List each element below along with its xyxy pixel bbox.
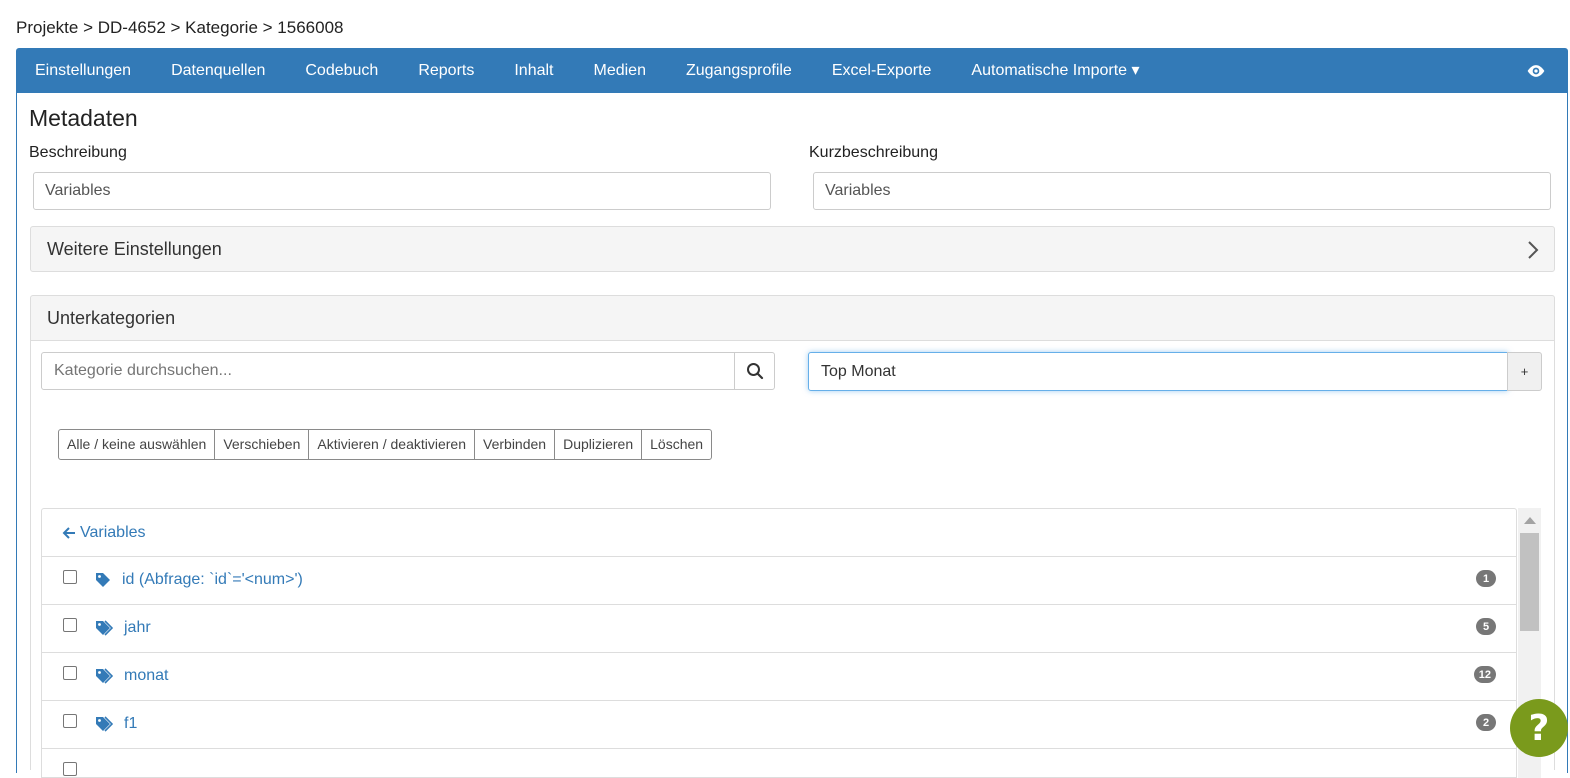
row-checkbox[interactable] [63, 762, 77, 776]
nav-automatische-importe-label: Automatische Importe [971, 62, 1128, 79]
description-field[interactable]: Variables [33, 172, 771, 210]
add-subcategory-button[interactable]: + [1507, 352, 1542, 391]
more-settings-panel[interactable]: Weitere Einstellungen [30, 226, 1555, 272]
duplicate-button[interactable]: Duplizieren [554, 429, 643, 460]
more-settings-title: Weitere Einstellungen [47, 238, 222, 259]
row-checkbox[interactable] [63, 714, 77, 728]
nav-codebuch[interactable]: Codebuch [285, 48, 398, 93]
list-item[interactable]: f1 2 [42, 701, 1516, 749]
short-description-field[interactable]: Variables [813, 172, 1551, 210]
nav-einstellungen[interactable]: Einstellungen [16, 48, 151, 93]
nav-medien[interactable]: Medien [574, 48, 666, 93]
scroll-thumb[interactable] [1520, 533, 1539, 631]
subcategory-list: Variables id (Abfrage: `id`='<num>') 1 j… [41, 508, 1517, 778]
nav-inhalt[interactable]: Inhalt [494, 48, 573, 93]
description-label: Beschreibung [29, 144, 127, 161]
list-item[interactable]: id (Abfrage: `id`='<num>') 1 [42, 557, 1516, 605]
nav-excel-exporte[interactable]: Excel-Exporte [812, 48, 952, 93]
nav-reports[interactable]: Reports [398, 48, 494, 93]
tags-icon [96, 716, 113, 732]
list-item[interactable]: monat 12 [42, 653, 1516, 701]
toggle-active-button[interactable]: Aktivieren / deaktivieren [308, 429, 476, 460]
select-all-button[interactable]: Alle / keine auswählen [58, 429, 216, 460]
breadcrumb: Projekte > DD-4652 > Kategorie > 1566008 [16, 18, 344, 37]
nav-zugangsprofile[interactable]: Zugangsprofile [666, 48, 812, 93]
row-label[interactable]: f1 [124, 715, 137, 733]
nav-automatische-importe[interactable]: Automatische Importe ▾ [951, 48, 1159, 93]
bulk-action-group: Alle / keine auswählen Verschieben Aktiv… [58, 429, 713, 460]
scroll-up-icon[interactable] [1524, 517, 1536, 524]
count-badge: 5 [1476, 618, 1496, 635]
help-button[interactable]: ? [1510, 699, 1568, 757]
move-button[interactable]: Verschieben [214, 429, 310, 460]
subcategories-title: Unterkategorien [47, 307, 176, 328]
short-description-label: Kurzbeschreibung [809, 144, 938, 161]
list-item[interactable]: jahr 5 [42, 605, 1516, 653]
search-button[interactable] [734, 352, 775, 390]
eye-icon[interactable] [1526, 61, 1546, 81]
caret-down-icon: ▾ [1131, 62, 1140, 79]
nav-datenquellen[interactable]: Datenquellen [151, 48, 285, 93]
subcategories-panel-header: Unterkategorien [30, 295, 1555, 341]
new-subcategory-input[interactable] [808, 352, 1508, 391]
tag-icon [96, 573, 110, 587]
count-badge: 1 [1476, 570, 1496, 587]
chevron-right-icon [1528, 241, 1539, 259]
row-checkbox[interactable] [63, 618, 77, 632]
row-checkbox[interactable] [63, 570, 77, 584]
back-link-label: Variables [80, 523, 146, 541]
row-label[interactable]: monat [124, 667, 168, 685]
top-navbar: Einstellungen Datenquellen Codebuch Repo… [16, 48, 1568, 93]
delete-button[interactable]: Löschen [641, 429, 713, 460]
tags-icon [96, 620, 113, 636]
count-badge: 2 [1476, 714, 1496, 731]
metadata-title: Metadaten [29, 105, 138, 131]
search-icon [746, 363, 763, 380]
connect-button[interactable]: Verbinden [474, 429, 556, 460]
row-label[interactable]: id (Abfrage: `id`='<num>') [122, 571, 303, 589]
category-search-input[interactable] [41, 352, 735, 390]
back-link[interactable]: Variables [42, 509, 1516, 557]
list-item[interactable] [42, 749, 1516, 777]
count-badge: 12 [1473, 666, 1496, 683]
arrow-left-icon [62, 526, 75, 539]
row-label[interactable]: jahr [124, 619, 151, 637]
tags-icon [96, 668, 113, 684]
row-checkbox[interactable] [63, 666, 77, 680]
